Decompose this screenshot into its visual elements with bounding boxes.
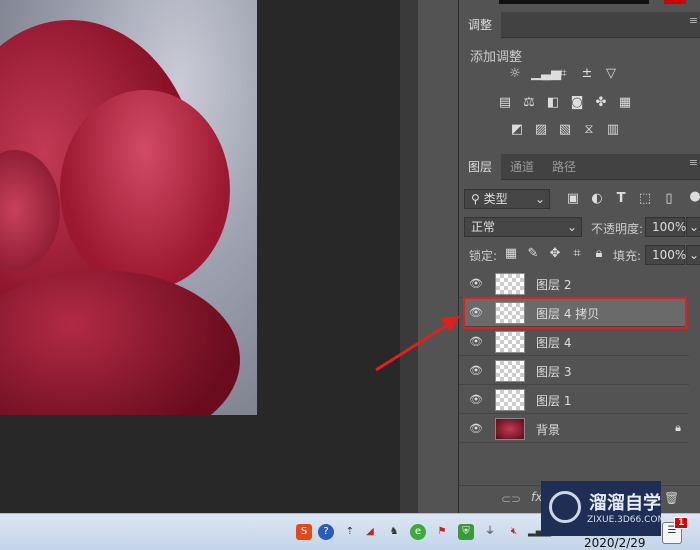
browser-e-icon[interactable]: e: [410, 524, 426, 540]
volume-muted-icon[interactable]: 🔇︎: [506, 524, 522, 540]
action-center-flag-icon[interactable]: ⚑: [434, 524, 450, 540]
network-red-icon[interactable]: ◢: [362, 524, 378, 540]
watermark-title: 溜溜自学: [589, 493, 661, 514]
security-shield-icon[interactable]: ⛨: [458, 524, 474, 540]
watermark-logo-icon: [549, 491, 581, 523]
tray-expand-icon[interactable]: ⇡: [342, 524, 358, 540]
help-icon[interactable]: ?: [318, 524, 334, 540]
qq-icon[interactable]: ♞: [386, 524, 402, 540]
watermark-url: ZIXUE.3D66.COM: [587, 515, 666, 525]
annotation-arrow: [375, 316, 460, 372]
watermark: 溜溜自学 ZIXUE.3D66.COM: [541, 481, 665, 536]
power-plug-icon[interactable]: ⏚: [482, 524, 498, 540]
notification-badge: 1: [674, 517, 689, 529]
arrow-head: [440, 316, 460, 332]
arrow-line: [375, 320, 453, 372]
sogou-ime-icon[interactable]: S: [296, 524, 312, 540]
clock-date[interactable]: 2020/2/29: [584, 536, 646, 550]
